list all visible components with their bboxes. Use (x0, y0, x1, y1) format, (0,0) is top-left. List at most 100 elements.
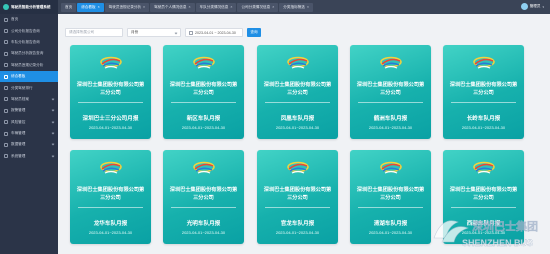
report-card[interactable]: 深圳巴士集团股份有限公司第三分公司 官龙车队月报 2023-04-01~2023-0… (257, 150, 338, 244)
card-date-range: 2023-04-01~2023-04-30 (275, 230, 320, 235)
tab-5[interactable]: 公司分类情况信息 × (237, 2, 279, 12)
menu-icon (4, 131, 8, 136)
report-card[interactable]: 深圳巴士集团股份有限公司第三分公司 西部车队月报 2023-04-01~2023-0… (443, 150, 524, 244)
card-company: 深圳巴士集团股份有限公司第三分公司 (356, 187, 425, 201)
sidebar-item-label: 驾驶员分析报告查询 (11, 51, 44, 56)
close-icon[interactable]: × (230, 5, 232, 9)
card-date-range: 2023-04-01~2023-04-30 (368, 230, 413, 235)
period-select-value: 月份 (131, 30, 139, 34)
divider (171, 102, 236, 103)
divider (358, 207, 423, 208)
tab-4[interactable]: 车队分类情况信息 × (195, 2, 237, 12)
sidebar-item-label: 驾驶员档案 (11, 96, 29, 101)
tab-1[interactable]: 综合看板 × (77, 2, 104, 12)
sidebar-item-label: 报警管理 (11, 108, 26, 113)
user-menu[interactable]: 管理员 ▾ (520, 3, 544, 10)
sidebar-item-4[interactable]: 驾驶员违规记录分析 (0, 60, 58, 71)
tab-label: 综合看板 (81, 4, 96, 9)
report-card[interactable]: 深圳巴士集团股份有限公司第三分公司 龙华车队月报 2023-04-01~2023-0… (70, 150, 151, 244)
close-icon[interactable]: × (307, 5, 309, 9)
card-title: 光明车队月报 (186, 221, 221, 227)
card-title: 长岭车队月报 (466, 116, 501, 122)
chevron-down-icon (51, 120, 55, 123)
tab-0[interactable]: 首页 (61, 2, 77, 12)
tab-6[interactable]: 分类指标筛选 × (279, 2, 313, 12)
sidebar-item-label: 数据管理 (11, 142, 26, 147)
card-title: 深圳巴士三分公司月报 (82, 116, 139, 122)
menu-icon (4, 51, 8, 56)
chevron-down-icon (51, 108, 55, 112)
sidebar-item-6[interactable]: 分类驾驶排行 (0, 82, 58, 93)
card-company: 深圳巴士集团股份有限公司第三分公司 (169, 187, 238, 201)
report-card[interactable]: 深圳巴士集团股份有限公司第三分公司深圳巴士三分公司月报 2023-04-01~20… (70, 45, 151, 139)
chevron-down-icon (51, 142, 55, 146)
close-icon[interactable]: × (98, 5, 100, 9)
company-select[interactable]: 请选择所属公司 (65, 28, 123, 37)
sidebar-item-8[interactable]: 报警管理 (0, 105, 58, 116)
menu-icon (4, 63, 8, 68)
topbar: 首页 综合看板 × 驾驶员违规记录分析 × 驾驶员个人情况信息 × 车队分类情况信息 × 公司分类… (58, 0, 550, 14)
period-select[interactable]: 月份 (127, 28, 181, 37)
sidebar-item-label: 风险管控 (11, 119, 26, 124)
sidebar-item-label: 系统管理 (11, 153, 26, 158)
report-card[interactable]: 深圳巴士集团股份有限公司第三分公司 长岭车队月报 2023-04-01~2023-0… (443, 45, 524, 139)
report-card[interactable]: 深圳巴士集团股份有限公司第三分公司清湖车队月报 2023-04-01~2023-0… (350, 150, 431, 244)
sidebar-item-label: 车队分析报告查询 (11, 39, 40, 44)
card-date-range: 2023-04-01~2023-04-30 (275, 125, 320, 130)
avatar[interactable] (520, 3, 528, 10)
tab-3[interactable]: 驾驶员个人情况信息 × (150, 2, 195, 12)
sidebar-item-1[interactable]: 公司分析报告查询 (0, 25, 58, 36)
sidebar-item-label: 公司分析报告查询 (11, 28, 40, 33)
sidebar-item-7[interactable]: 驾驶员档案 (0, 94, 58, 105)
report-card[interactable]: 深圳巴士集团股份有限公司第三分公司 新区车队月报 2023-04-01~2023-0… (163, 45, 244, 139)
app-logo-icon (3, 4, 9, 10)
sidebar-item-label: 首页 (11, 17, 19, 22)
sidebar-item-0[interactable]: 首页 (0, 14, 58, 25)
report-card[interactable]: 深圳巴士集团股份有限公司第三分公司 凤凰车队月报 2023-04-01~2023-0… (257, 45, 338, 139)
user-name[interactable]: 管理员 (530, 4, 541, 9)
company-logo-icon (471, 160, 497, 178)
report-card[interactable]: 深圳巴士集团股份有限公司第三分公司 光明车队月报 2023-04-01~2023-0… (163, 150, 244, 244)
tab-2[interactable]: 驾驶员违规记录分析 × (104, 2, 150, 12)
sidebar-item-9[interactable]: 风险管控 (0, 117, 58, 128)
filter-bar: 请选择所属公司 月份 2023-04-01 ~ 2023-04-30 查询 (65, 28, 261, 37)
company-logo-icon (378, 160, 404, 178)
app-title: 驾驶员智能分析管理系统 (11, 4, 51, 9)
card-title: 官龙车队月报 (280, 221, 315, 227)
brand: 驾驶员智能分析管理系统 (0, 0, 58, 14)
report-card[interactable]: 深圳巴士集团股份有限公司第三分公司 鹤洲车队月报 2023-04-01~2023-0… (350, 45, 431, 139)
company-logo-icon (191, 160, 217, 178)
search-button[interactable]: 查询 (247, 28, 261, 37)
sidebar-item-12[interactable]: 系统管理 (0, 151, 58, 162)
sidebar-item-10[interactable]: 车辆管理 (0, 128, 58, 139)
chevron-down-icon (51, 131, 55, 135)
card-title: 龙华车队月报 (93, 221, 128, 227)
company-select-placeholder: 请选择所属公司 (69, 30, 95, 34)
sidebar-item-5[interactable]: 综合看板 (0, 70, 58, 83)
card-date-range: 2023-04-01~2023-04-30 (461, 230, 506, 235)
sidebar-item-2[interactable]: 车队分析报告查询 (0, 37, 58, 48)
card-title: 新区车队月报 (186, 116, 221, 122)
close-icon[interactable]: × (272, 5, 274, 9)
card-title: 清湖车队月报 (373, 221, 408, 227)
divider (171, 207, 236, 208)
card-date-range: 2023-04-01~2023-04-30 (88, 125, 133, 130)
company-logo-icon (191, 55, 217, 73)
sidebar-item-label: 分类驾驶排行 (11, 85, 33, 90)
company-logo-icon (98, 55, 124, 73)
card-company: 深圳巴士集团股份有限公司第三分公司 (449, 187, 518, 201)
sidebar-item-11[interactable]: 数据管理 (0, 139, 58, 150)
close-icon[interactable]: × (188, 5, 190, 9)
chevron-down-icon[interactable]: ▾ (542, 5, 544, 9)
menu-icon (4, 74, 8, 79)
divider (451, 207, 516, 208)
card-company: 深圳巴士集团股份有限公司第三分公司 (263, 82, 332, 96)
sidebar: 驾驶员智能分析管理系统 首页 公司分析报告查询 车队分析报告查询 驾驶员分析报告查询驾… (0, 0, 58, 254)
menu-icon (4, 120, 8, 125)
date-range-value: 2023-04-01 ~ 2023-04-30 (195, 30, 236, 35)
sidebar-item-3[interactable]: 驾驶员分析报告查询 (0, 48, 58, 59)
card-company: 深圳巴士集团股份有限公司第三分公司 (76, 82, 145, 96)
tab-label: 首页 (65, 4, 73, 9)
date-range-picker[interactable]: 2023-04-01 ~ 2023-04-30 (185, 28, 243, 37)
close-icon[interactable]: × (143, 5, 145, 9)
